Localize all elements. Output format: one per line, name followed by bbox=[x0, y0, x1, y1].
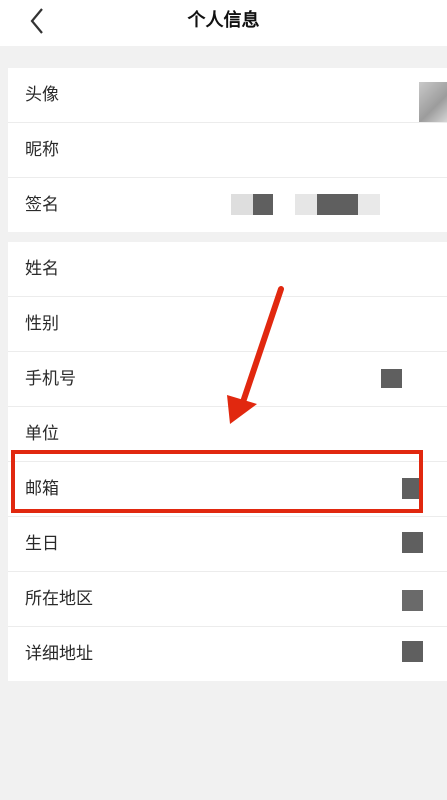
red-arrow-annotation bbox=[227, 286, 284, 424]
